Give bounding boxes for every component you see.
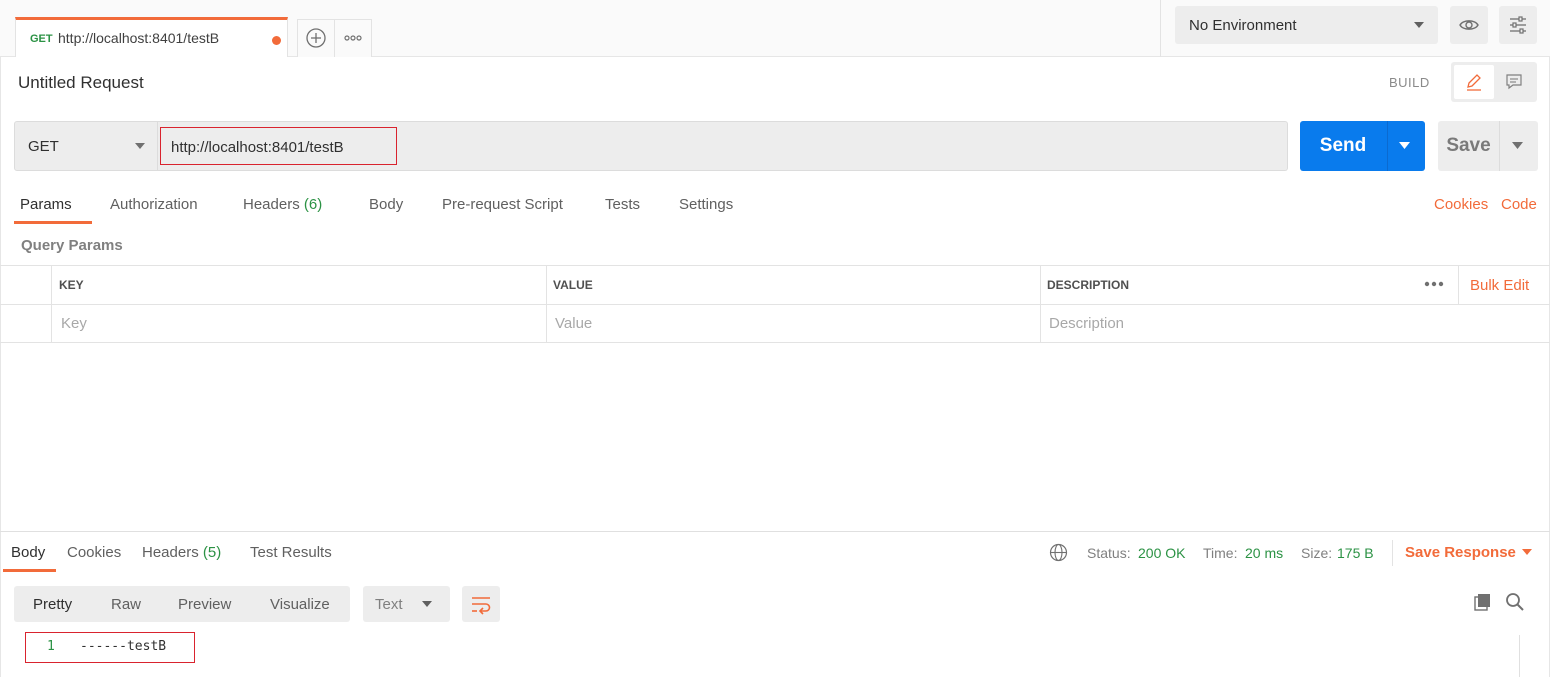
status-value: 200 OK: [1138, 545, 1186, 561]
tab-body[interactable]: Body: [369, 196, 403, 213]
query-params-table: KEY VALUE DESCRIPTION Bulk Edit Key Valu…: [0, 265, 1550, 343]
status-label: Status:: [1087, 545, 1131, 561]
response-tab-cookies[interactable]: Cookies: [67, 544, 121, 561]
search-icon[interactable]: [1505, 592, 1525, 612]
content-type-select[interactable]: Text: [363, 586, 450, 622]
table-divider: [0, 304, 1550, 305]
response-scrollbar[interactable]: [1519, 635, 1520, 677]
method-selected-label: GET: [28, 138, 59, 155]
chevron-down-icon[interactable]: [1512, 142, 1523, 149]
environment-select[interactable]: No Environment: [1175, 6, 1438, 44]
save-button-divider: [1499, 121, 1500, 171]
tab-bar: GET http://localhost:8401/testB No Envir…: [0, 0, 1550, 57]
wrap-lines-button[interactable]: [462, 586, 500, 622]
manage-environments-button[interactable]: [1499, 6, 1537, 44]
save-response-button[interactable]: Save Response: [1405, 544, 1516, 561]
comment-icon: [1506, 74, 1522, 90]
tab-authorization[interactable]: Authorization: [110, 196, 198, 213]
response-tab-body[interactable]: Body: [11, 544, 45, 561]
url-input[interactable]: http://localhost:8401/testB: [158, 121, 1288, 171]
unsaved-dot-icon: [272, 36, 281, 45]
sliders-icon: [1510, 16, 1526, 34]
chevron-down-icon: [422, 601, 432, 607]
bulk-edit-link[interactable]: Bulk Edit: [1470, 277, 1529, 294]
plus-circle-icon: [306, 28, 326, 48]
tab-method-label: GET: [30, 33, 53, 45]
panel-left-border: [0, 57, 1, 677]
active-tab-indicator: [3, 569, 56, 572]
environment-selected-label: No Environment: [1189, 17, 1297, 34]
size-value: 175 B: [1337, 545, 1374, 561]
table-column-divider: [51, 266, 52, 343]
tab-tests[interactable]: Tests: [605, 196, 640, 213]
column-header-key: KEY: [59, 278, 84, 292]
tab-settings[interactable]: Settings: [679, 196, 733, 213]
column-header-value: VALUE: [553, 278, 593, 292]
key-input[interactable]: Key: [61, 315, 87, 332]
response-headers-label: Headers: [142, 544, 199, 561]
response-format-group: Pretty Raw Preview Visualize: [14, 586, 350, 622]
table-column-divider: [1040, 266, 1041, 343]
tab-headers[interactable]: Headers (6): [243, 196, 322, 213]
size-label: Size:: [1301, 545, 1333, 561]
time-label: Time:: [1203, 545, 1238, 561]
tab-url-label: http://localhost:8401/testB: [58, 30, 220, 46]
send-button[interactable]: Send: [1300, 121, 1425, 171]
query-params-title: Query Params: [21, 237, 123, 254]
mode-toggle: [1451, 62, 1537, 102]
build-mode-label: BUILD: [1389, 75, 1430, 90]
table-column-divider: [1458, 266, 1459, 304]
more-horizontal-icon[interactable]: [1424, 281, 1444, 287]
request-title[interactable]: Untitled Request: [18, 73, 144, 93]
more-horizontal-icon: [344, 35, 362, 41]
environment-quick-look-button[interactable]: [1450, 6, 1488, 44]
response-meta-divider: [1392, 540, 1393, 566]
headers-count-badge: (6): [303, 196, 323, 213]
chevron-down-icon: [1414, 22, 1424, 28]
globe-icon[interactable]: [1049, 543, 1068, 562]
table-column-divider: [546, 266, 547, 343]
value-input[interactable]: Value: [555, 315, 592, 332]
chevron-down-icon: [135, 143, 145, 149]
send-button-label: Send: [1319, 135, 1367, 156]
response-code-line: 1 ------testB: [25, 632, 195, 663]
send-button-divider: [1387, 121, 1388, 171]
format-raw-button[interactable]: Raw: [111, 596, 141, 613]
line-content: ------testB: [80, 639, 167, 654]
save-button-label: Save: [1446, 135, 1491, 156]
content-type-selected-label: Text: [375, 596, 403, 613]
tab-params[interactable]: Params: [20, 196, 72, 213]
wrap-icon: [472, 597, 491, 615]
tab-options-button[interactable]: [334, 19, 372, 57]
response-tab-headers[interactable]: Headers (5): [142, 544, 221, 561]
copy-icon[interactable]: [1473, 592, 1493, 612]
tabbar-divider: [1160, 0, 1161, 57]
tab-headers-label: Headers: [243, 196, 300, 213]
time-value: 20 ms: [1245, 545, 1284, 561]
response-divider[interactable]: [0, 531, 1550, 532]
build-mode-button[interactable]: [1454, 65, 1494, 99]
response-tab-test-results[interactable]: Test Results: [250, 544, 332, 561]
save-button[interactable]: Save: [1438, 121, 1538, 171]
comments-button[interactable]: [1494, 65, 1534, 99]
active-tab-indicator: [14, 221, 92, 224]
tab-pre-request-script[interactable]: Pre-request Script: [442, 196, 563, 213]
format-pretty-button[interactable]: Pretty: [33, 596, 72, 613]
format-preview-button[interactable]: Preview: [178, 596, 231, 613]
cookies-link[interactable]: Cookies: [1434, 196, 1488, 213]
pencil-icon: [1467, 74, 1481, 91]
response-headers-count-badge: (5): [202, 544, 222, 561]
url-text: http://localhost:8401/testB: [171, 139, 344, 156]
code-link[interactable]: Code: [1501, 196, 1537, 213]
chevron-down-icon[interactable]: [1522, 549, 1532, 555]
chevron-down-icon[interactable]: [1399, 142, 1410, 149]
method-select[interactable]: GET: [14, 121, 158, 171]
line-number: 1: [47, 639, 55, 654]
new-tab-button[interactable]: [297, 19, 335, 57]
eye-icon: [1459, 20, 1479, 30]
description-input[interactable]: Description: [1049, 315, 1124, 332]
column-header-description: DESCRIPTION: [1047, 278, 1130, 292]
format-visualize-button[interactable]: Visualize: [270, 596, 330, 613]
request-tab[interactable]: GET http://localhost:8401/testB: [15, 17, 288, 57]
